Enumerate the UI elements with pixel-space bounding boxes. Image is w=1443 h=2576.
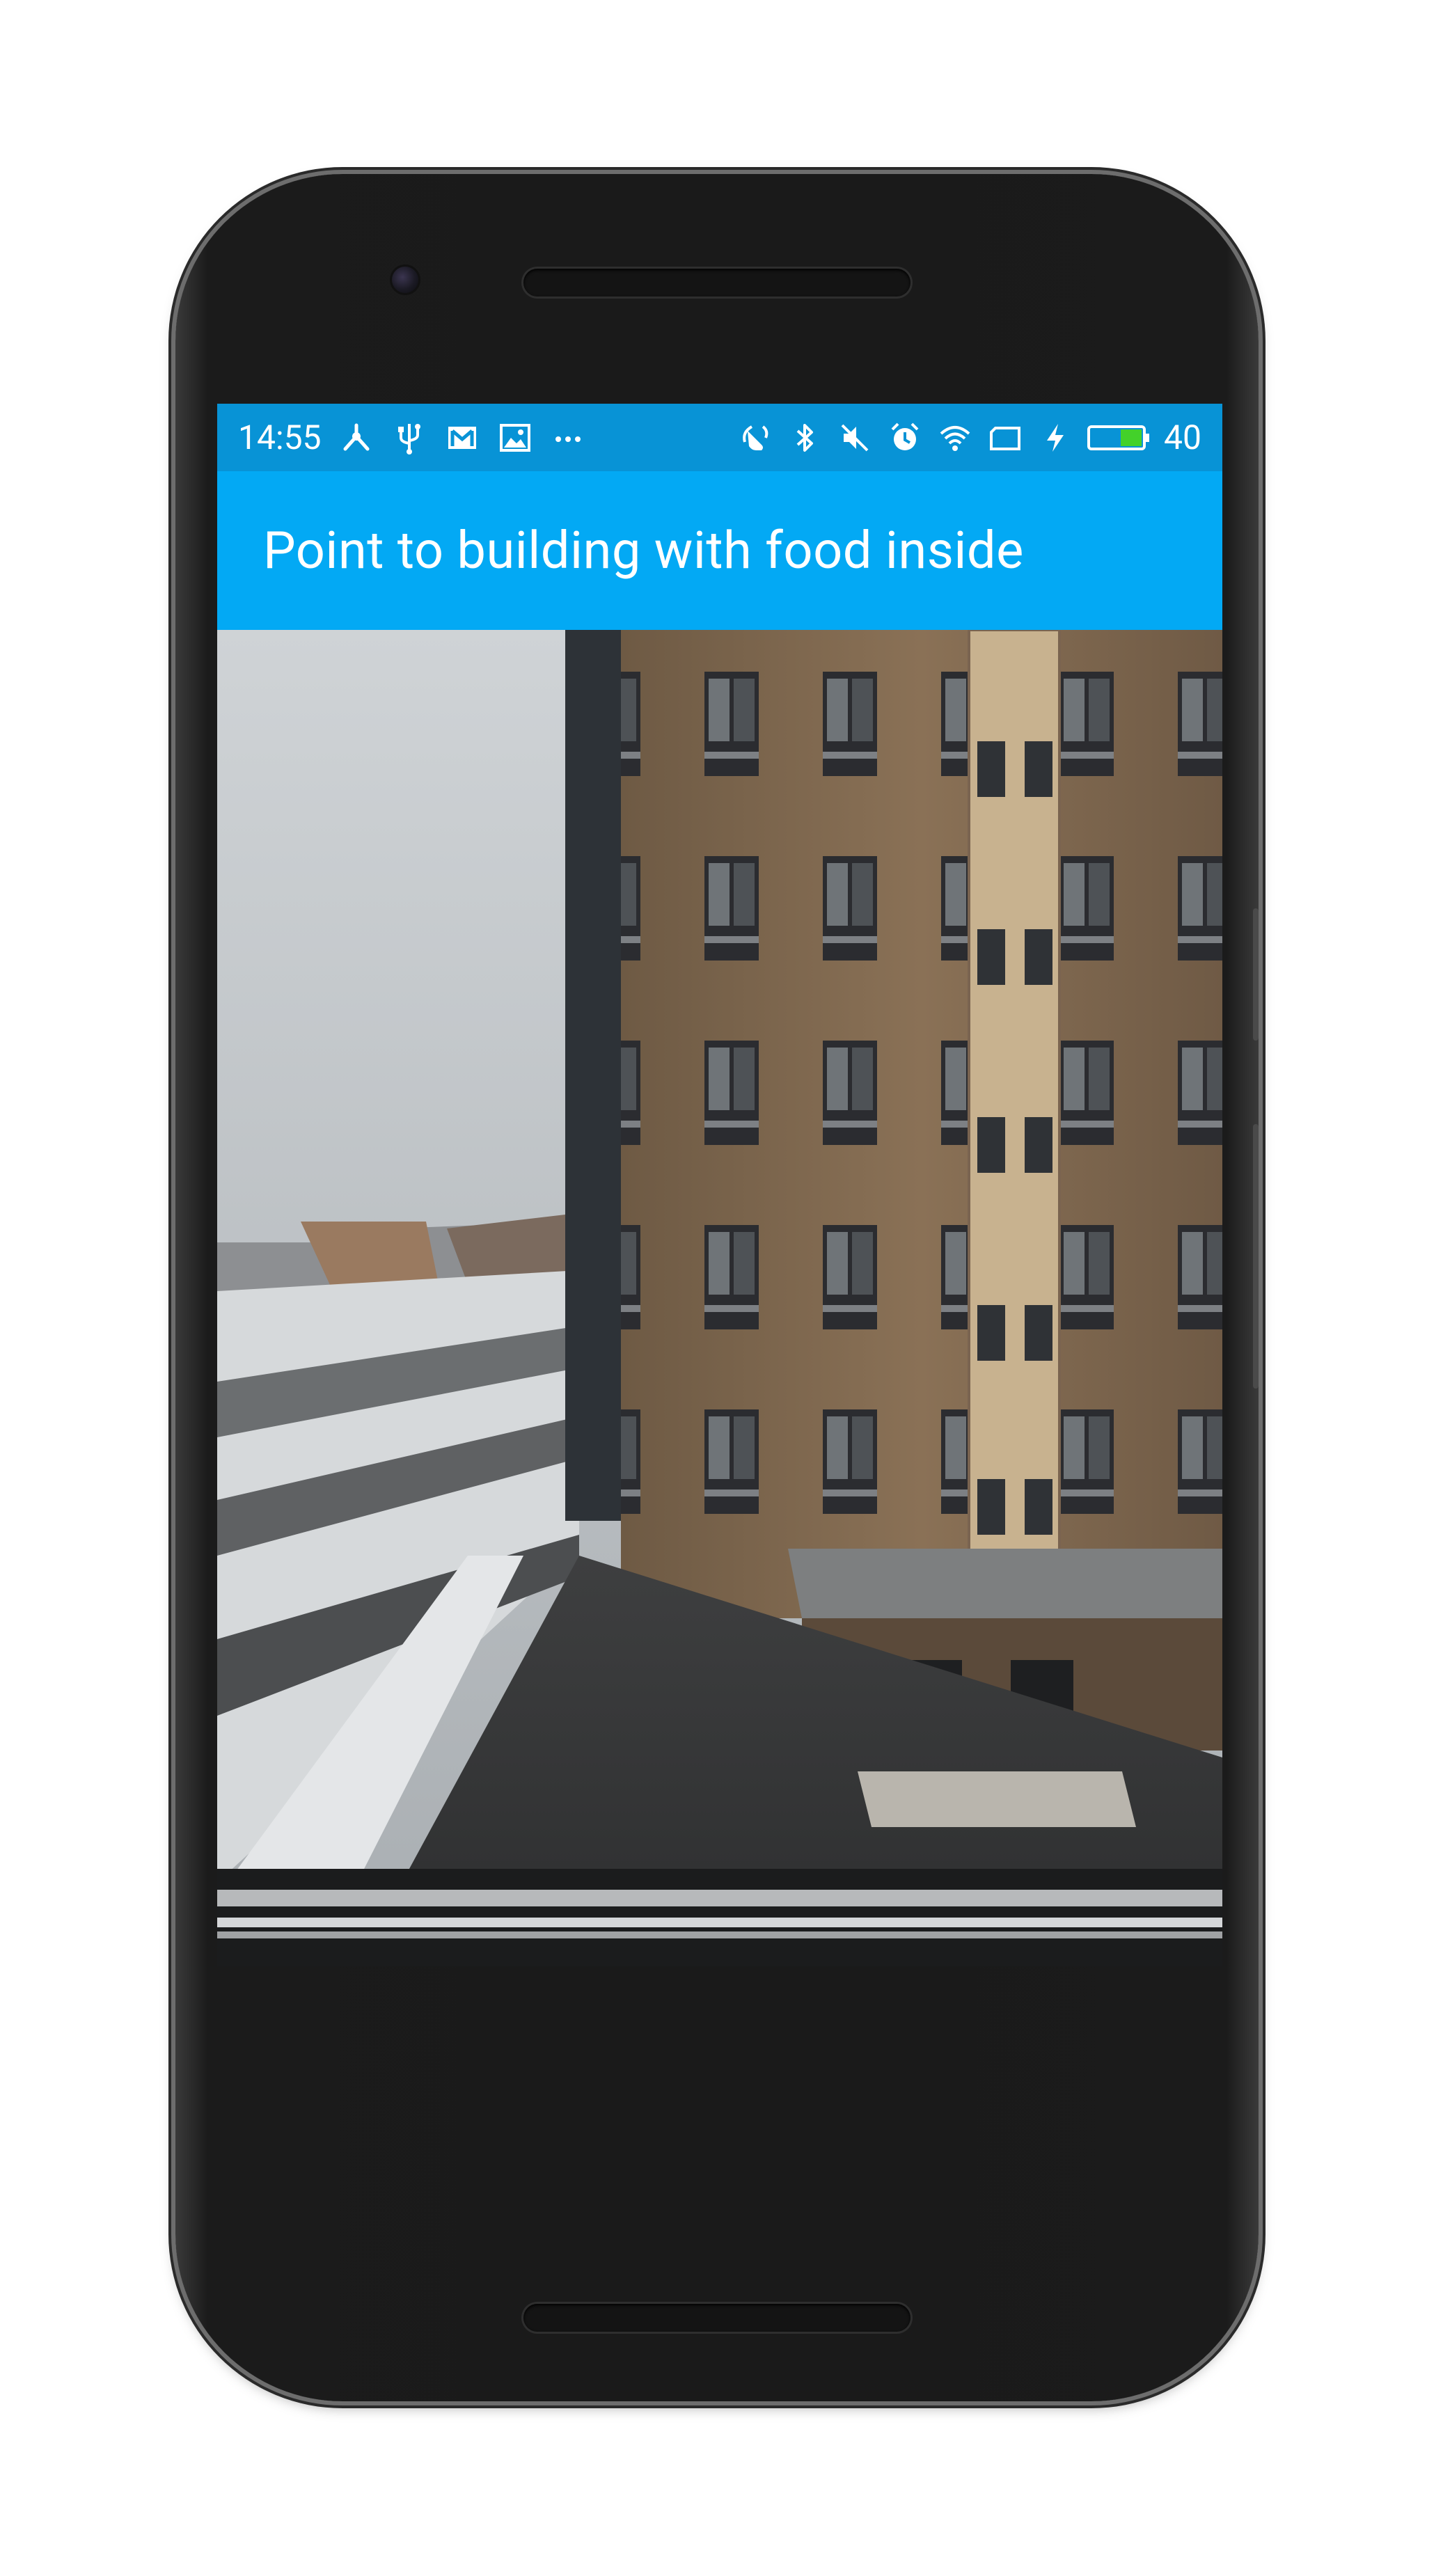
status-bar: 14:55 40	[217, 404, 1222, 471]
page-title: Point to building with food inside	[263, 520, 1024, 581]
wifi-icon	[937, 420, 973, 456]
screen-rotate-icon	[736, 420, 773, 456]
status-time: 14:55	[238, 418, 322, 457]
phone-screen: 14:55 40 Point to building with food ins…	[217, 404, 1222, 1966]
bluetooth-icon	[787, 420, 823, 456]
camera-preview[interactable]	[217, 630, 1222, 1966]
graph-icon	[338, 420, 374, 456]
volume-button	[1253, 908, 1259, 1041]
screen-icon	[987, 420, 1023, 456]
front-camera-icon	[392, 267, 418, 293]
bottom-speaker	[523, 2304, 910, 2332]
power-button	[1253, 1124, 1259, 1389]
gmail-icon	[444, 420, 480, 456]
image-icon	[497, 420, 533, 456]
usb-icon	[391, 420, 427, 456]
top-speaker	[523, 269, 910, 297]
app-bar: Point to building with food inside	[217, 471, 1222, 630]
charging-icon	[1037, 420, 1073, 456]
battery-level: 40	[1164, 418, 1201, 457]
battery-icon	[1087, 420, 1150, 456]
more-icon	[550, 420, 586, 456]
mute-icon	[837, 420, 873, 456]
alarm-icon	[887, 420, 923, 456]
